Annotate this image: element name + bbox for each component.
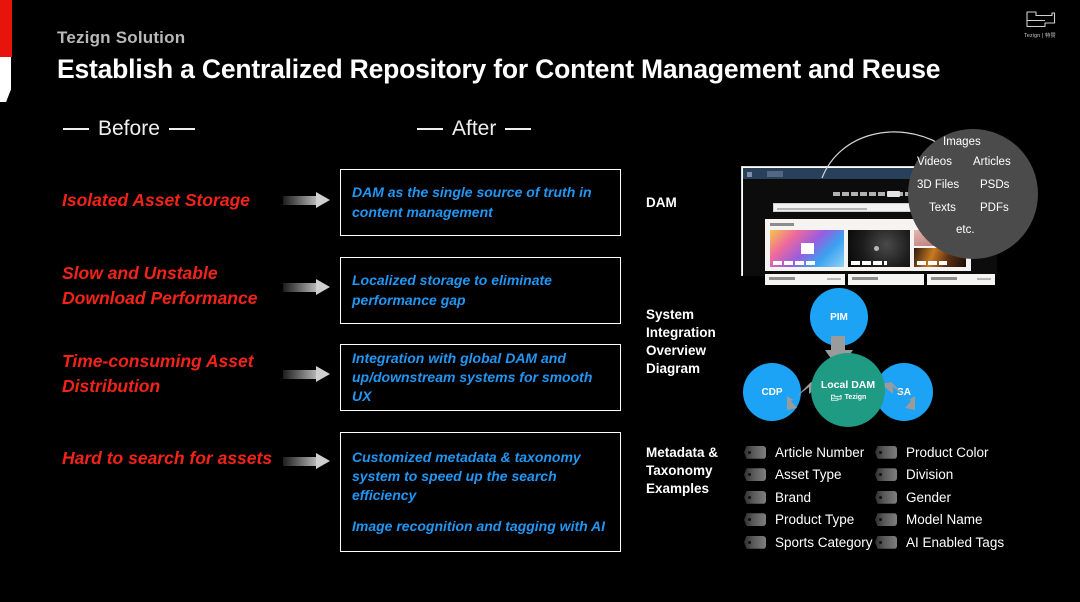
tag-label: Asset Type [775, 467, 842, 483]
bubble-item-videos: Videos [917, 156, 952, 168]
rule-right [505, 128, 532, 130]
bubble-item-psds: PSDs [980, 179, 1010, 191]
after-box-4-line-2: Image recognition and tagging with AI [352, 518, 606, 535]
tag-label: Division [906, 467, 954, 483]
file-types-bubble: Images Videos Articles 3D Files PSDs Tex… [908, 129, 1038, 259]
tag-row: Article Number [744, 441, 873, 464]
after-box-4-line-1: Customized metadata & taxonomy system to… [352, 448, 581, 503]
tag-row: Sports Category [744, 531, 873, 554]
diagram-node-brand: Tezign [830, 394, 867, 402]
diagram-node-brand-text: Tezign [844, 394, 867, 401]
tag-row: Asset Type [744, 464, 873, 487]
after-box-2-line-1: Localized storage to eliminate performan… [352, 272, 552, 308]
tag-row: Product Color [875, 441, 1004, 464]
tag-icon [744, 513, 766, 527]
bubble-item-articles: Articles [973, 156, 1011, 168]
after-box-1-line-1: DAM as the single source of truth in con… [352, 184, 592, 220]
bubble-item-images: Images [943, 136, 981, 148]
tag-label: Gender [906, 489, 952, 505]
before-item-4: Hard to search for assets [62, 448, 273, 468]
eyebrow-text: Tezign Solution [57, 28, 186, 47]
tag-row: AI Enabled Tags [875, 531, 1004, 554]
before-item-1: Isolated Asset Storage [62, 190, 251, 210]
bubble-item-pdfs: PDFs [980, 202, 1009, 214]
tag-icon [875, 490, 897, 504]
tag-label: Brand [775, 489, 812, 505]
tag-icon [744, 535, 766, 549]
tag-icon [875, 535, 897, 549]
metadata-section-label: Metadata & Taxonomy Examples [646, 445, 719, 496]
tezign-logo-text: Tezign | 特赞 [1024, 33, 1056, 39]
after-box-3-line-1: Integration with global DAM and up/downs… [352, 349, 593, 405]
tag-icon [744, 468, 766, 482]
after-label-text: After [452, 117, 497, 140]
mockup-list-row-1 [765, 274, 845, 285]
tag-label: Product Color [906, 444, 989, 460]
tag-icon [875, 513, 897, 527]
slide-root: Tezign Solution Establish a Centralized … [0, 0, 1080, 602]
metadata-tags-column-1: Article Number Asset Type Brand Product … [744, 441, 873, 554]
mockup-asset-card-2 [848, 230, 910, 267]
tag-row: Model Name [875, 509, 1004, 532]
before-item-3: Time-consuming Asset Distribution [62, 351, 254, 396]
diagram-node-local-dam-label: Local DAM [820, 378, 876, 391]
mockup-list-row-3 [927, 274, 995, 285]
mockup-panel-title [770, 223, 794, 226]
mockup-asset-card-1 [770, 230, 844, 267]
transition-arrow-1 [283, 192, 330, 209]
tag-row: Gender [875, 486, 1004, 509]
transition-arrow-2 [283, 279, 330, 296]
tag-row: Division [875, 464, 1004, 487]
diagram-section-label: System Integration Overview Diagram [646, 307, 716, 376]
transition-arrow-4 [283, 453, 330, 470]
accent-bar-red [0, 0, 12, 57]
after-column-header: After [417, 117, 532, 141]
mockup-tab [767, 171, 783, 177]
tag-icon [744, 445, 766, 459]
rule-left [417, 128, 443, 130]
tag-label: AI Enabled Tags [906, 534, 1005, 550]
before-label-text: Before [98, 117, 160, 140]
tag-label: Product Type [775, 512, 855, 528]
bubble-item-3d-files: 3D Files [917, 179, 960, 191]
transition-arrow-3 [283, 366, 330, 383]
after-box-2: Localized storage to eliminate performan… [340, 257, 621, 324]
tezign-logo: Tezign | 特赞 [1013, 10, 1067, 39]
metadata-tags-column-2: Product Color Division Gender Model Name… [875, 441, 1004, 554]
tag-icon [875, 468, 897, 482]
mockup-menu-icon [747, 171, 752, 177]
diagram-node-local-dam: Local DAM Tezign [811, 353, 885, 427]
dam-section-label: DAM [646, 195, 677, 210]
tezign-logo-icon [1026, 11, 1056, 28]
before-item-2: Slow and Unstable Download Performance [62, 263, 258, 308]
tezign-mark-icon [830, 394, 842, 401]
accent-bar-white [0, 57, 11, 102]
tag-row: Product Type [744, 509, 873, 532]
system-integration-diagram: PIM CDP SA Local DAM Tezign [735, 288, 970, 428]
rule-right [168, 128, 195, 130]
page-title: Establish a Centralized Repository for C… [57, 54, 941, 84]
mockup-list-row-2 [848, 274, 924, 285]
tag-label: Article Number [775, 444, 865, 460]
tag-label: Sports Category [775, 534, 873, 550]
before-column-header: Before [63, 117, 195, 141]
after-box-1: DAM as the single source of truth in con… [340, 169, 621, 236]
rule-left [63, 128, 89, 130]
tag-label: Model Name [906, 512, 983, 528]
bubble-item-texts: Texts [929, 202, 956, 214]
bubble-item-etc: etc. [956, 224, 975, 236]
tag-icon [744, 490, 766, 504]
tag-icon [875, 445, 897, 459]
after-box-4: Customized metadata & taxonomy system to… [340, 432, 621, 552]
after-box-3: Integration with global DAM and up/downs… [340, 344, 621, 411]
tag-row: Brand [744, 486, 873, 509]
